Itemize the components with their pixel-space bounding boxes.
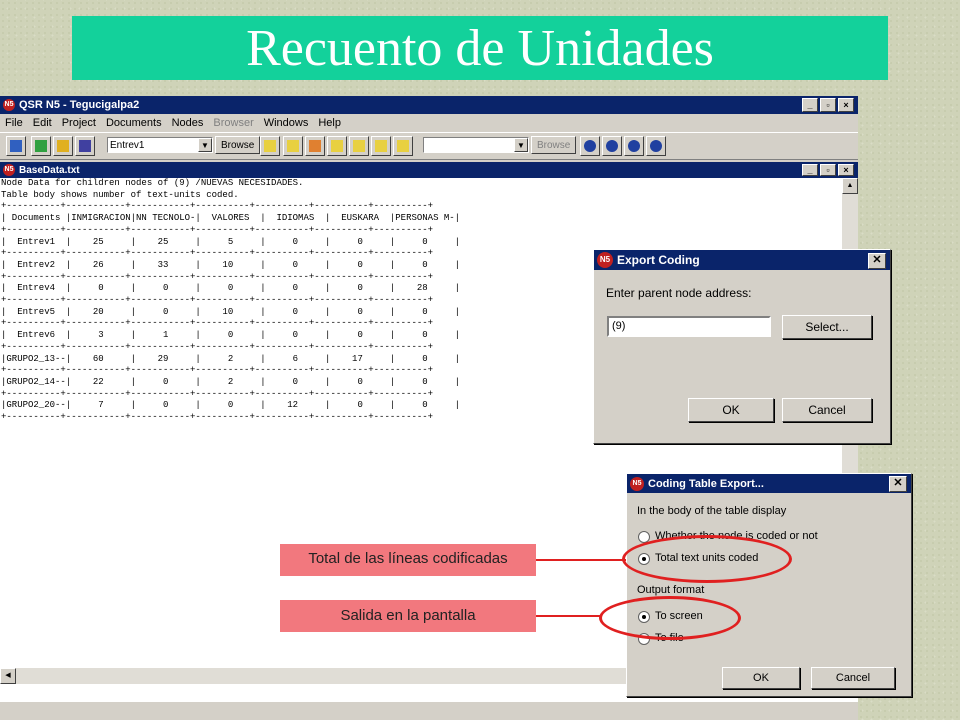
n5-app-icon: N5 xyxy=(3,99,15,111)
node-delete-icon xyxy=(628,140,640,152)
callout-screen-line xyxy=(536,615,602,617)
toolbar-button-6[interactable] xyxy=(283,136,303,156)
node-tool-icon xyxy=(584,140,596,152)
coding-table-title: Coding Table Export... xyxy=(648,477,764,490)
document-line: +----------+-----------+-----------+----… xyxy=(1,224,434,235)
node-icon xyxy=(57,140,69,152)
body-display-heading: In the body of the table display xyxy=(637,505,787,517)
document-line: +----------+-----------+-----------+----… xyxy=(1,201,434,212)
doc-close-button[interactable]: × xyxy=(838,164,854,176)
doc-open-icon xyxy=(287,140,299,152)
document-line: | Documents |INMIGRACION|NN TECNOLO-| VA… xyxy=(1,213,461,224)
parent-node-input[interactable]: (9) xyxy=(607,316,771,337)
ok-button[interactable]: OK xyxy=(688,398,774,422)
output-format-heading: Output format xyxy=(637,584,705,596)
cancel-button[interactable]: Cancel xyxy=(782,398,872,422)
callout-total-line xyxy=(536,559,626,561)
chevron-down-icon[interactable]: ▼ xyxy=(514,138,528,152)
slide-title-band: Recuento de Unidades xyxy=(72,16,888,80)
toolbar-button-10[interactable] xyxy=(371,136,391,156)
app-title: QSR N5 - Tegucigalpa2 xyxy=(19,99,140,111)
document-titlebar: N5 BaseData.txt _ ▫ × xyxy=(0,162,858,178)
menu-file[interactable]: File xyxy=(0,117,28,129)
toolbar-button-11[interactable] xyxy=(393,136,413,156)
toolbar-button-12[interactable] xyxy=(580,136,600,156)
doc-delete-icon xyxy=(375,140,387,152)
browser-icon xyxy=(79,140,91,152)
n5-dialog-icon: N5 xyxy=(597,252,613,268)
toolbar-button-14[interactable] xyxy=(624,136,644,156)
menu-bar: File Edit Project Documents Nodes Browse… xyxy=(0,114,346,132)
n5-doc-icon: N5 xyxy=(3,164,15,176)
doc-red-icon xyxy=(309,140,321,152)
document-line: Node Data for children nodes of (9) /NUE… xyxy=(1,178,304,188)
close-icon[interactable]: ✕ xyxy=(889,476,907,492)
ok-button[interactable]: OK xyxy=(722,667,800,689)
doc-copy-icon xyxy=(353,140,365,152)
doc-edit-icon xyxy=(331,140,343,152)
node-add-icon xyxy=(606,140,618,152)
node-combo[interactable]: ▼ xyxy=(423,137,529,153)
menu-project[interactable]: Project xyxy=(57,117,101,129)
toolbar-button-8[interactable] xyxy=(327,136,347,156)
cancel-button[interactable]: Cancel xyxy=(811,667,895,689)
toolbar-button-15[interactable] xyxy=(646,136,666,156)
project-icon xyxy=(10,140,22,152)
callout-screen-box: Salida en la pantalla xyxy=(280,600,536,632)
browse-node-button[interactable]: Browse xyxy=(531,136,577,154)
scroll-left-icon[interactable]: ◀ xyxy=(0,668,16,684)
app-titlebar: N5 QSR N5 - Tegucigalpa2 _ ▫ × xyxy=(0,96,858,114)
toolbar-button-3[interactable] xyxy=(53,136,73,156)
highlight-total-ellipse xyxy=(622,535,792,583)
maximize-button[interactable]: ▫ xyxy=(820,98,836,112)
close-button[interactable]: × xyxy=(838,98,854,112)
toolbar-button-5[interactable] xyxy=(260,136,280,156)
menu-nodes[interactable]: Nodes xyxy=(167,117,209,129)
document-title: BaseData.txt xyxy=(19,164,80,176)
coding-table-export-dialog: N5 Coding Table Export... ✕ In the body … xyxy=(626,473,912,697)
node-search-icon xyxy=(650,140,662,152)
toolbar-button-9[interactable] xyxy=(349,136,369,156)
n5-dialog-icon: N5 xyxy=(630,476,644,491)
toolbar-button-2[interactable] xyxy=(31,136,51,156)
menu-documents[interactable]: Documents xyxy=(101,117,167,129)
close-icon[interactable]: ✕ xyxy=(868,253,886,269)
parent-node-label: Enter parent node address: xyxy=(606,286,752,300)
export-coding-titlebar: N5 Export Coding ✕ xyxy=(594,250,890,270)
doc-minimize-button[interactable]: _ xyxy=(802,164,818,176)
doc-maximize-button[interactable]: ▫ xyxy=(820,164,836,176)
slide-title: Recuento de Unidades xyxy=(246,19,714,77)
coding-table-titlebar: N5 Coding Table Export... ✕ xyxy=(627,474,911,493)
document-line: | Entrev1 | 25 | 25 | 5 | 0 | 0 | 0 | xyxy=(1,236,461,247)
toolbar: Entrev1 ▼ Browse ▼ Browse xyxy=(0,132,858,160)
toolbar-button-4[interactable] xyxy=(75,136,95,156)
highlight-screen-ellipse xyxy=(599,596,741,640)
minimize-button[interactable]: _ xyxy=(802,98,818,112)
doc-arrow-icon xyxy=(264,140,276,152)
menu-help[interactable]: Help xyxy=(313,117,346,129)
scroll-up-icon[interactable]: ▲ xyxy=(842,178,858,194)
export-coding-dialog: N5 Export Coding ✕ Enter parent node add… xyxy=(593,249,891,444)
document-line: Table body shows number of text-units co… xyxy=(1,189,239,200)
menu-edit[interactable]: Edit xyxy=(28,117,57,129)
toolbar-button-1[interactable] xyxy=(6,136,26,156)
document-combo-value: Entrev1 xyxy=(110,140,145,151)
browse-button[interactable]: Browse xyxy=(215,136,261,154)
document-icon xyxy=(35,140,47,152)
menu-browser[interactable]: Browser xyxy=(208,117,258,129)
callout-total-text: Total de las líneas codificadas xyxy=(308,550,508,567)
menu-windows[interactable]: Windows xyxy=(259,117,314,129)
toolbar-button-13[interactable] xyxy=(602,136,622,156)
toolbar-button-7[interactable] xyxy=(305,136,325,156)
document-combo[interactable]: Entrev1 ▼ xyxy=(107,137,213,153)
select-button[interactable]: Select... xyxy=(782,315,872,339)
doc-search-icon xyxy=(397,140,409,152)
export-coding-title: Export Coding xyxy=(617,253,700,267)
chevron-down-icon[interactable]: ▼ xyxy=(198,138,212,152)
